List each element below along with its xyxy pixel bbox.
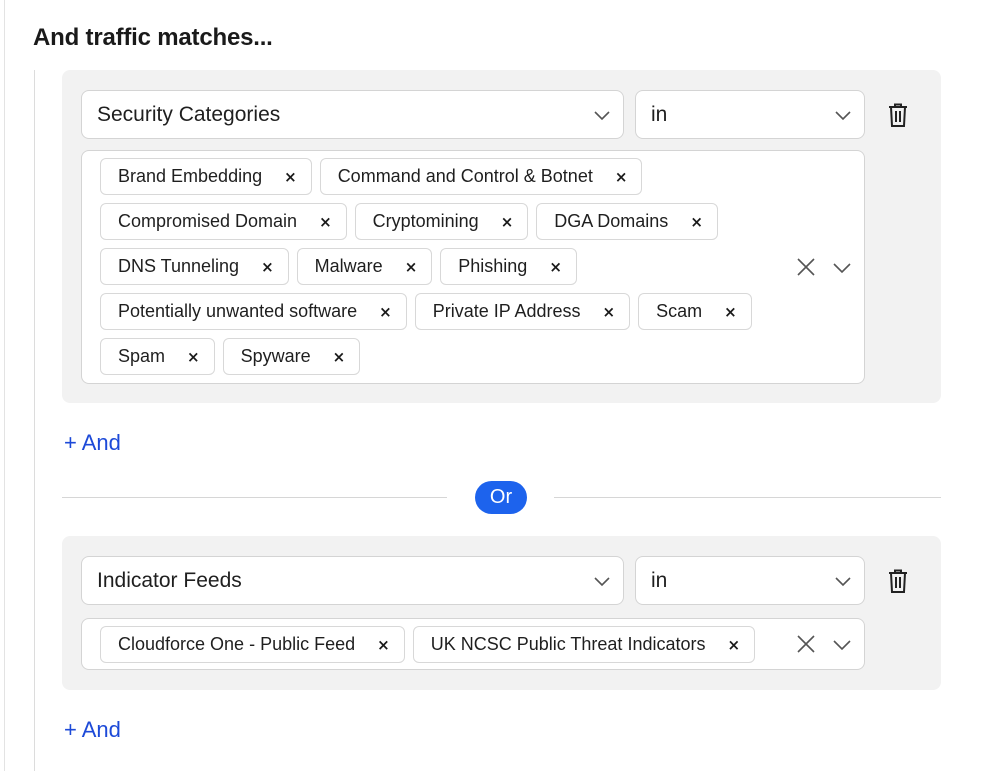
divider-line (62, 497, 447, 498)
add-and-button[interactable]: + And (64, 430, 121, 456)
multiselect-controls (796, 257, 852, 277)
value-tag: DNS Tunneling × (100, 248, 289, 285)
operator-select[interactable]: in (635, 90, 865, 139)
field-select[interactable]: Security Categories (81, 90, 624, 139)
remove-tag-icon[interactable]: × (187, 348, 200, 366)
value-tag: Private IP Address × (414, 293, 631, 330)
remove-tag-icon[interactable]: × (727, 636, 740, 654)
chevron-down-icon (835, 110, 851, 120)
field-select[interactable]: Indicator Feeds (81, 556, 624, 605)
value-tag: Phishing × (440, 248, 577, 285)
value-tag: Command and Control & Botnet × (319, 158, 643, 195)
add-and-button[interactable]: + And (64, 717, 121, 743)
value-tag: Spam × (100, 338, 215, 375)
remove-tag-icon[interactable]: × (405, 258, 418, 276)
value-tag: DGA Domains × (536, 203, 718, 240)
value-tag: Cryptomining × (354, 203, 529, 240)
remove-tag-icon[interactable]: × (261, 258, 274, 276)
value-tag: Malware × (296, 248, 433, 285)
value-tag-label: Spam (118, 346, 166, 366)
value-tag-label: DNS Tunneling (118, 256, 240, 276)
section-heading: And traffic matches... (33, 24, 273, 51)
value-tag: Compromised Domain × (100, 203, 347, 240)
remove-tag-icon[interactable]: × (690, 213, 703, 231)
or-divider: Or (62, 480, 941, 514)
value-tag: UK NCSC Public Threat Indicators × (412, 626, 756, 663)
value-tag: Spyware × (222, 338, 361, 375)
operator-select[interactable]: in (635, 556, 865, 605)
value-tag-label: Phishing (458, 256, 528, 276)
or-badge[interactable]: Or (475, 481, 527, 514)
remove-tag-icon[interactable]: × (615, 168, 628, 186)
remove-tag-icon[interactable]: × (319, 213, 332, 231)
trash-icon[interactable] (886, 102, 910, 128)
value-tag-label: Compromised Domain (118, 211, 298, 231)
value-tag-label: UK NCSC Public Threat Indicators (430, 634, 706, 654)
condition-group-2: Indicator Feeds in Cloudforce One - Publ… (62, 536, 941, 690)
trash-icon[interactable] (886, 568, 910, 594)
value-tag: Cloudforce One - Public Feed × (100, 626, 405, 663)
remove-tag-icon[interactable]: × (284, 168, 297, 186)
values-multiselect[interactable]: Cloudforce One - Public Feed × UK NCSC Pub… (81, 618, 865, 670)
value-tag: Scam × (638, 293, 752, 330)
value-tag-label: Command and Control & Botnet (337, 166, 593, 186)
field-select-value: Indicator Feeds (97, 568, 242, 592)
tree-connector-line (34, 70, 35, 771)
values-multiselect[interactable]: Brand Embedding × Command and Control & Bo… (81, 150, 865, 384)
chevron-down-icon (835, 576, 851, 586)
value-tag-label: Scam (656, 301, 703, 321)
page: And traffic matches... Security Categori… (0, 0, 982, 771)
condition-group-1: Security Categories in Brand Embedding × C… (62, 70, 941, 403)
remove-tag-icon[interactable]: × (602, 303, 615, 321)
remove-tag-icon[interactable]: × (549, 258, 562, 276)
chevron-down-icon (594, 110, 610, 120)
multiselect-controls (796, 634, 852, 654)
chevron-down-icon[interactable] (832, 634, 852, 654)
value-tag-label: Cloudforce One - Public Feed (118, 634, 356, 654)
chevron-down-icon (594, 576, 610, 586)
value-tag-label: Malware (314, 256, 383, 276)
value-tag-label: DGA Domains (554, 211, 669, 231)
remove-tag-icon[interactable]: × (333, 348, 346, 366)
remove-tag-icon[interactable]: × (501, 213, 514, 231)
value-tags: Brand Embedding × Command and Control & Bo… (100, 158, 790, 375)
remove-tag-icon[interactable]: × (377, 636, 390, 654)
value-tag-label: Cryptomining (372, 211, 479, 231)
value-tag-label: Potentially unwanted software (118, 301, 358, 321)
chevron-down-icon[interactable] (832, 257, 852, 277)
value-tag: Potentially unwanted software × (100, 293, 407, 330)
remove-tag-icon[interactable]: × (379, 303, 392, 321)
remove-tag-icon[interactable]: × (724, 303, 737, 321)
divider-line (554, 497, 941, 498)
clear-all-icon[interactable] (796, 634, 816, 654)
value-tag-label: Spyware (240, 346, 311, 366)
value-tag-label: Brand Embedding (118, 166, 263, 186)
value-tag: Brand Embedding × (100, 158, 312, 195)
field-select-value: Security Categories (97, 102, 281, 126)
clear-all-icon[interactable] (796, 257, 816, 277)
operator-select-value: in (651, 102, 668, 126)
value-tags: Cloudforce One - Public Feed × UK NCSC Pub… (100, 626, 790, 663)
panel-border (4, 0, 5, 771)
value-tag-label: Private IP Address (432, 301, 581, 321)
operator-select-value: in (651, 568, 668, 592)
